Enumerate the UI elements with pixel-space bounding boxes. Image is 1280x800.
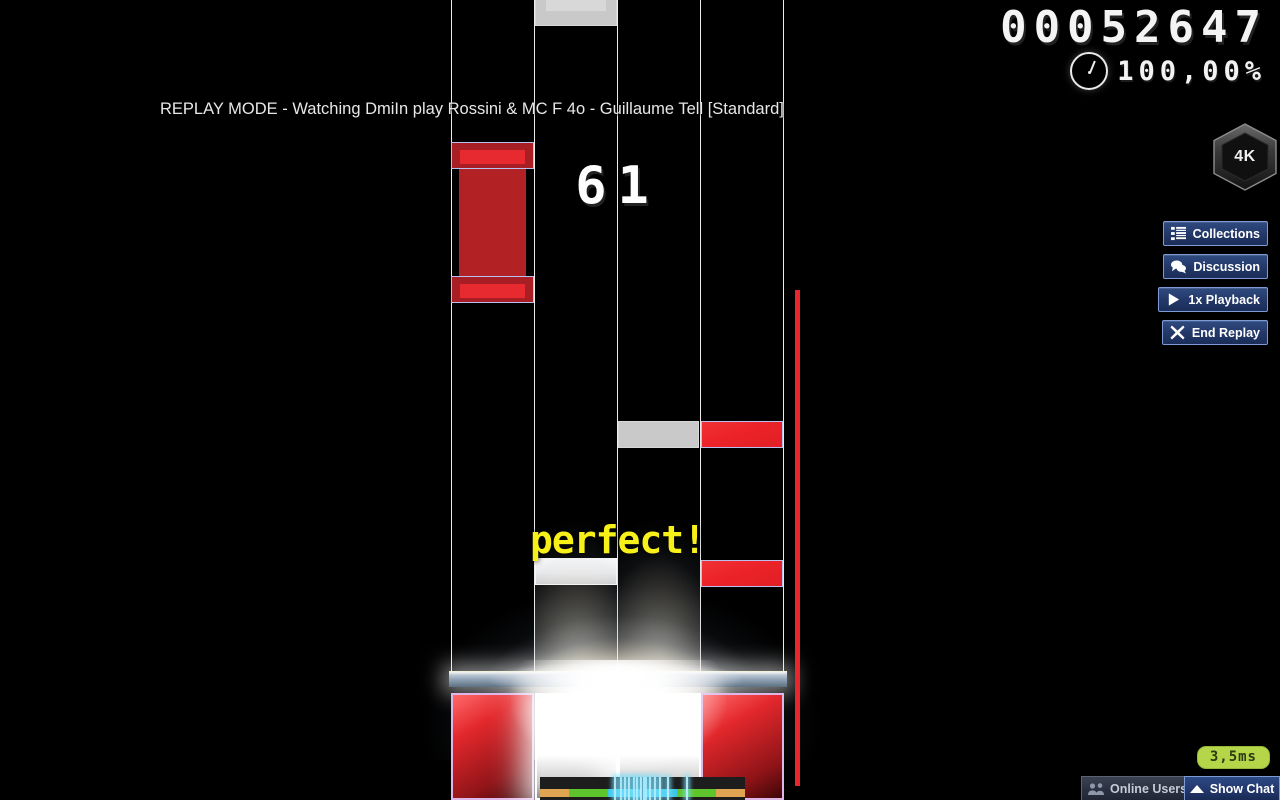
hit-error-tick [648,777,651,800]
hit-error-tick [624,777,627,800]
life-bar-fill [795,290,800,786]
tap-note-hit [535,558,617,585]
keycount-badge: 4K [1210,122,1280,192]
hit-error-tick [667,777,670,800]
end-replay-label: End Replay [1191,325,1260,340]
tap-note [618,421,699,448]
hit-error-segment [540,789,569,797]
hit-error-tick [613,777,616,800]
tap-note [535,0,617,26]
show-chat-label: Show Chat [1209,781,1275,796]
hit-error-segment [716,789,745,797]
judgement-text: perfect! [529,518,706,562]
key-column-1[interactable] [451,693,534,800]
close-x-icon [1170,325,1186,341]
accuracy-display: 100,00% [1117,55,1266,87]
keycount-label: 4K [1234,148,1256,165]
judgement-line [449,671,787,687]
mods-area: 4K [1210,122,1280,192]
mania-playfield: 61 perfect! [321,0,921,800]
collections-label: Collections [1192,226,1260,241]
hit-error-tick [619,777,622,800]
hit-error-tick [636,777,639,800]
tap-note [701,560,783,587]
users-icon [1088,782,1106,796]
list-icon [1170,226,1187,242]
collections-button[interactable]: Collections [1162,221,1268,246]
hold-note-tail [451,276,534,303]
clock-icon [1070,52,1109,90]
discussion-button[interactable]: Discussion [1163,254,1268,279]
hit-error-tick [628,777,631,800]
end-replay-button[interactable]: End Replay [1161,320,1268,345]
hit-error-bar [540,777,745,800]
hit-error-tick [640,777,643,800]
playback-speed-button[interactable]: 1x Playback [1158,287,1268,312]
score-display: 00052647 [1000,2,1268,53]
hit-error-segment [677,789,717,797]
hit-error-tick [685,777,688,800]
online-users-button[interactable]: Online Users [1081,776,1197,800]
online-users-label: Online Users [1110,781,1188,796]
play-icon [1166,292,1182,308]
replay-banner: REPLAY MODE - Watching DmiIn play Rossin… [160,100,784,118]
show-chat-button[interactable]: Show Chat [1184,776,1280,800]
accuracy-row: 100,00% [1070,52,1266,90]
column-hit-glow [618,470,701,677]
hit-error-tick [644,777,647,800]
hit-error-segment [568,789,608,797]
replay-controls: Collections Discussion 1x Playback End R… [1158,221,1268,345]
hit-error-tick [633,777,636,800]
hit-error-tick [653,777,656,800]
combo-counter: 61 [575,156,660,216]
latency-badge: 3,5ms [1196,746,1270,769]
life-bar-track [795,0,800,800]
tap-note [701,421,783,448]
playback-speed-label: 1x Playback [1188,292,1260,307]
hit-error-tick [658,777,661,800]
discussion-label: Discussion [1193,259,1260,274]
speech-bubbles-icon [1171,259,1187,275]
chevron-up-icon [1189,784,1204,793]
